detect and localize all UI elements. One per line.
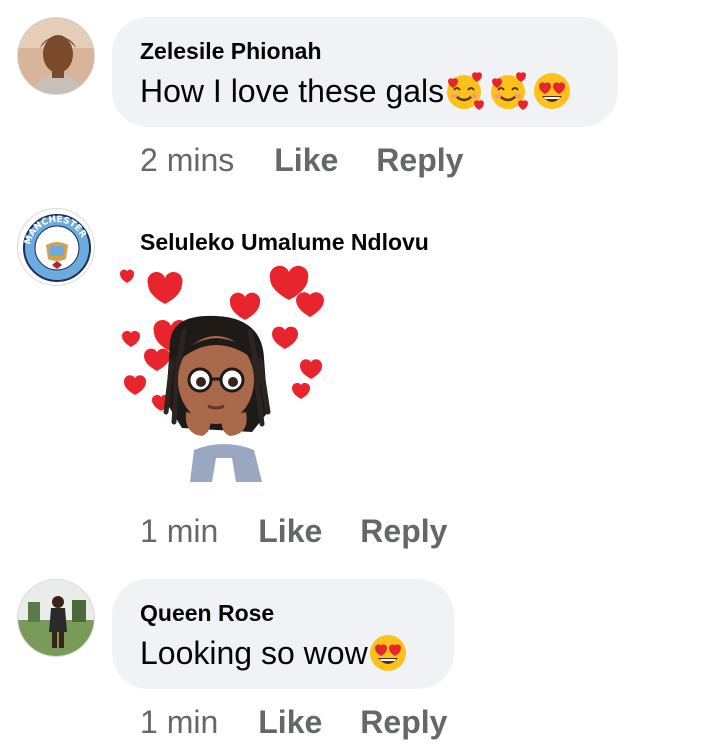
manchester-city-badge-icon: MANCHESTER	[19, 210, 94, 285]
reply-button[interactable]: Reply	[360, 513, 447, 550]
heart-eyes-icon	[534, 73, 571, 109]
avatar-sticker-with-hearts	[119, 265, 324, 482]
avatar[interactable]: MANCHESTER	[17, 208, 95, 286]
comment-bubble: Zelesile Phionah How I love these gals	[112, 17, 618, 127]
smiling-face-with-hearts-icon	[491, 72, 529, 110]
like-button[interactable]: Like	[258, 513, 322, 550]
profile-photo	[18, 18, 94, 94]
comment-text: How I love these gals	[140, 71, 590, 111]
comment-text: Looking so wow	[140, 633, 426, 673]
comment-author[interactable]: Zelesile Phionah	[140, 37, 590, 65]
comment-actions: 1 min Like Reply	[140, 704, 447, 741]
avatar[interactable]	[17, 579, 95, 657]
comment-timestamp[interactable]: 1 min	[140, 513, 218, 550]
comment-author[interactable]: Seluleko Umalume Ndlovu	[140, 228, 429, 256]
avatar[interactable]	[17, 17, 95, 95]
comment-bubble: Queen Rose Looking so wow	[112, 579, 454, 689]
comment-timestamp[interactable]: 2 mins	[140, 142, 234, 179]
comment-actions: 1 min Like Reply	[140, 513, 447, 550]
smiling-face-with-hearts-icon	[447, 72, 485, 110]
like-button[interactable]: Like	[258, 704, 322, 741]
heart-eyes-icon	[369, 635, 406, 671]
reply-button[interactable]: Reply	[376, 142, 463, 179]
comment-body: Looking so wow	[140, 635, 368, 671]
comment-body: How I love these gals	[140, 73, 445, 109]
comment-timestamp[interactable]: 1 min	[140, 704, 218, 741]
reply-button[interactable]: Reply	[360, 704, 447, 741]
like-button[interactable]: Like	[274, 142, 338, 179]
comment-author[interactable]: Queen Rose	[140, 599, 426, 627]
avatar-character	[163, 315, 271, 482]
comment-actions: 2 mins Like Reply	[140, 142, 463, 179]
profile-photo	[18, 580, 94, 656]
